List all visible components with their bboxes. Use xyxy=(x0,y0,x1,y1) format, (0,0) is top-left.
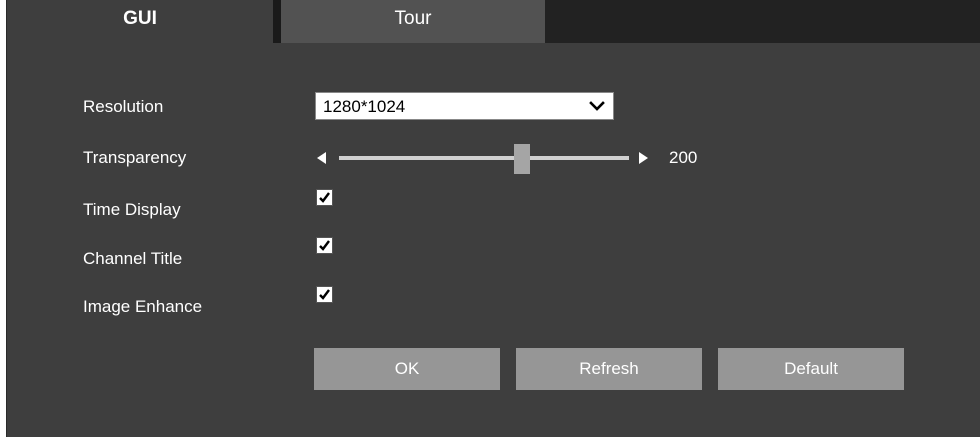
check-icon xyxy=(319,192,330,203)
tab-gui[interactable]: GUI xyxy=(7,0,273,43)
chevron-down-icon xyxy=(589,101,605,111)
triangle-left-icon[interactable] xyxy=(317,152,326,164)
resolution-value: 1280*1024 xyxy=(323,97,406,116)
triangle-right-icon[interactable] xyxy=(639,152,648,164)
time-display-checkbox[interactable] xyxy=(316,189,333,206)
image-enhance-label: Image Enhance xyxy=(83,297,203,316)
transparency-slider[interactable] xyxy=(315,144,648,174)
slider-track[interactable] xyxy=(339,156,629,160)
resolution-label: Resolution xyxy=(83,97,164,116)
tab-separator xyxy=(273,0,281,43)
tab-bar: GUI Tour xyxy=(7,0,980,43)
refresh-button[interactable]: Refresh xyxy=(516,348,702,390)
transparency-value: 200 xyxy=(669,148,698,167)
channel-title-checkbox[interactable] xyxy=(316,237,333,254)
tab-tour[interactable]: Tour xyxy=(281,0,545,43)
default-button[interactable]: Default xyxy=(718,348,904,390)
ok-button[interactable]: OK xyxy=(314,348,500,390)
time-display-label: Time Display xyxy=(83,200,181,219)
check-icon xyxy=(319,289,330,300)
transparency-label: Transparency xyxy=(83,148,187,167)
gui-settings-panel: GUI Tour Resolution 1280*1024 Transparen… xyxy=(6,0,980,437)
resolution-select[interactable]: 1280*1024 xyxy=(315,92,614,120)
settings-window: GUI Tour Resolution 1280*1024 Transparen… xyxy=(0,0,980,437)
image-enhance-checkbox[interactable] xyxy=(316,286,333,303)
channel-title-label: Channel Title xyxy=(83,249,183,268)
check-icon xyxy=(319,240,330,251)
slider-thumb[interactable] xyxy=(513,144,530,174)
